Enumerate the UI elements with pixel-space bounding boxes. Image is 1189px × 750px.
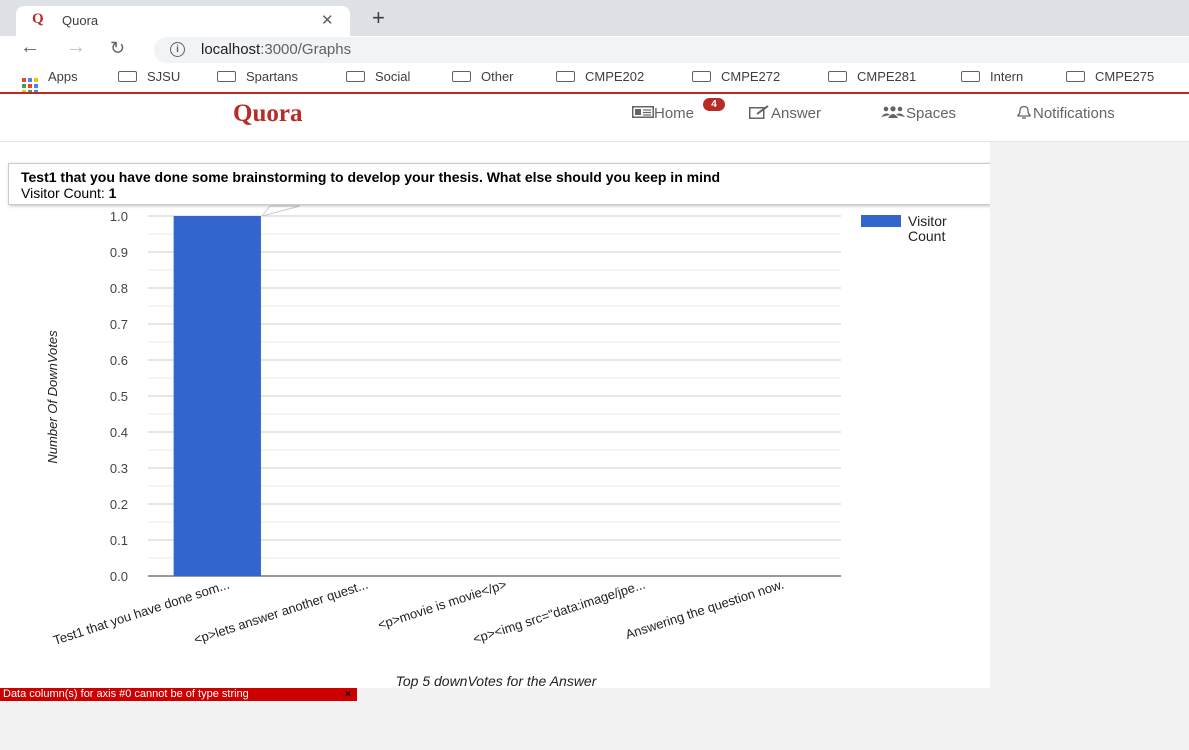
y-axis-title: Number Of DownVotes — [45, 330, 60, 464]
bar[interactable] — [173, 216, 261, 576]
legend-label-line2: Count — [908, 228, 945, 244]
x-tick-label: <p>movie is movie</p> — [376, 577, 508, 633]
y-tick-label: 0.8 — [110, 281, 128, 296]
y-tick-label: 0.3 — [110, 461, 128, 476]
y-tick-label: 0.7 — [110, 317, 128, 332]
y-tick-label: 0.5 — [110, 389, 128, 404]
bookmark-cmpe275[interactable]: CMPE275 — [1066, 69, 1154, 84]
bell-icon — [1017, 105, 1031, 119]
error-text: Data column(s) for axis #0 cannot be of … — [3, 688, 249, 700]
tooltip-clip: Test1 that you have done some brainstorm… — [0, 150, 990, 220]
y-tick-label: 0.9 — [110, 245, 128, 260]
nav-notifications[interactable]: Notifications — [1015, 105, 1115, 122]
chart-tooltip: Test1 that you have done some brainstorm… — [8, 163, 990, 205]
bookmark-label: Intern — [990, 69, 1024, 84]
y-tick-label: 0.0 — [110, 569, 128, 584]
error-close-icon[interactable]: × — [345, 688, 351, 701]
tooltip-title: Test1 that you have done some brainstorm… — [21, 169, 721, 185]
y-tick-label: 0.2 — [110, 497, 128, 512]
tooltip-count: Visitor Count: 1 — [21, 185, 116, 201]
tooltip-count-label: Visitor Count: — [21, 185, 109, 201]
tooltip-count-value: 1 — [108, 185, 117, 201]
x-tick-label: Answering the question now. — [624, 577, 786, 642]
nav-notifications-label: Notifications — [1033, 105, 1115, 122]
y-tick-label: 0.1 — [110, 533, 128, 548]
y-tick-label: 0.6 — [110, 353, 128, 368]
y-tick-label: 0.4 — [110, 425, 128, 440]
folder-icon — [1066, 71, 1085, 82]
x-axis-title: Top 5 downVotes for the Answer — [396, 673, 598, 689]
bar-chart: Number Of DownVotes Top 5 downVotes for … — [45, 205, 947, 689]
chart-error-message: Data column(s) for axis #0 cannot be of … — [0, 688, 357, 701]
bookmark-label: CMPE275 — [1095, 69, 1155, 84]
